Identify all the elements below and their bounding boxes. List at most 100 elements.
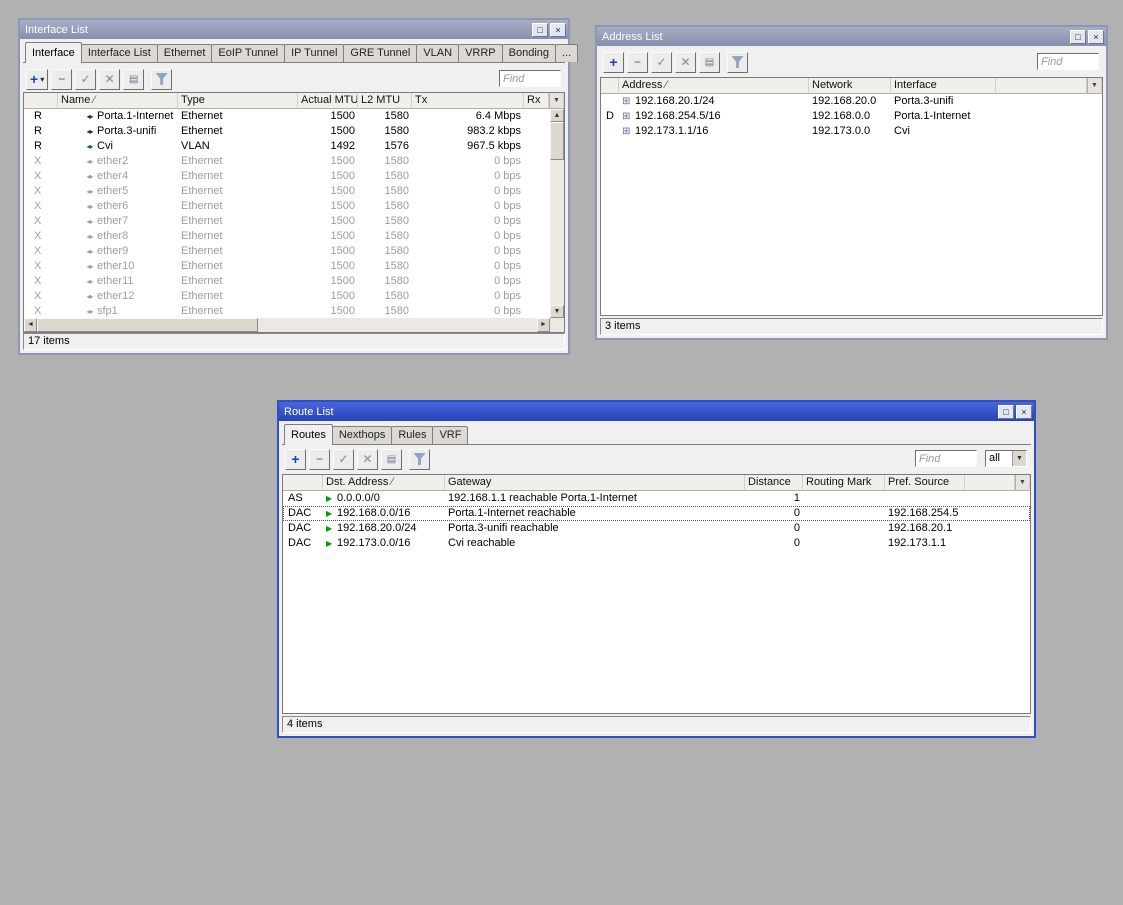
tab[interactable]: Bonding bbox=[502, 44, 556, 62]
column-header-dst-address[interactable]: Dst. Address∕ bbox=[323, 475, 445, 491]
address-row[interactable]: ⊞192.168.20.1/24 192.168.20.0 Porta.3-un… bbox=[601, 94, 1102, 109]
add-button[interactable]: + bbox=[285, 449, 306, 470]
disable-button[interactable]: ✕ bbox=[675, 52, 696, 73]
column-header-actual-mtu[interactable]: Actual MTU bbox=[298, 93, 358, 109]
route-row[interactable]: AS ▶0.0.0.0/0 192.168.1.1 reachable Port… bbox=[283, 491, 1030, 506]
column-header-type[interactable]: Type bbox=[178, 93, 298, 109]
scroll-right-icon[interactable]: ► bbox=[537, 318, 550, 332]
tab[interactable]: Rules bbox=[391, 426, 433, 444]
comment-button[interactable]: ▤ bbox=[699, 52, 720, 73]
column-header-distance[interactable]: Distance bbox=[745, 475, 803, 491]
close-button[interactable]: × bbox=[1088, 30, 1104, 44]
route-row[interactable]: DAC ▶192.168.0.0/16 Porta.1-Internet rea… bbox=[283, 506, 1030, 521]
disable-button[interactable]: ✕ bbox=[99, 69, 120, 90]
interface-row[interactable]: X ◂▸ether8 Ethernet 1500 1580 0 bps bbox=[24, 229, 550, 244]
interface-row[interactable]: X ◂▸ether2 Ethernet 1500 1580 0 bps bbox=[24, 154, 550, 169]
remove-button[interactable]: − bbox=[309, 449, 330, 470]
filter-button[interactable] bbox=[409, 449, 430, 470]
column-header-tx[interactable]: Tx bbox=[412, 93, 524, 109]
comment-button[interactable]: ▤ bbox=[381, 449, 402, 470]
tab[interactable]: VRF bbox=[432, 426, 468, 444]
row-flag: X bbox=[24, 304, 58, 319]
interface-row[interactable]: X ◂▸ether10 Ethernet 1500 1580 0 bps bbox=[24, 259, 550, 274]
column-header-network[interactable]: Network bbox=[809, 78, 891, 94]
address-table-body: ⊞192.168.20.1/24 192.168.20.0 Porta.3-un… bbox=[601, 94, 1102, 315]
interface-row[interactable]: X ◂▸ether12 Ethernet 1500 1580 0 bps bbox=[24, 289, 550, 304]
column-header-flags[interactable] bbox=[283, 475, 323, 491]
vertical-scroll-thumb[interactable] bbox=[550, 122, 564, 160]
interface-row[interactable]: X ◂▸ether6 Ethernet 1500 1580 0 bps bbox=[24, 199, 550, 214]
column-select-icon[interactable]: ▼ bbox=[1015, 475, 1030, 491]
column-header-name[interactable]: Name∕ bbox=[58, 93, 178, 109]
interface-row[interactable]: R ◂▸Porta.1-Internet Ethernet 1500 1580 … bbox=[24, 109, 550, 124]
maximize-button[interactable]: □ bbox=[532, 23, 548, 37]
route-list-titlebar[interactable]: Route List □ × bbox=[279, 402, 1034, 421]
remove-button[interactable]: − bbox=[627, 52, 648, 73]
column-header-l2-mtu[interactable]: L2 MTU bbox=[358, 93, 412, 109]
window-title: Route List bbox=[284, 406, 334, 418]
interface-row[interactable]: X ◂▸ether7 Ethernet 1500 1580 0 bps bbox=[24, 214, 550, 229]
find-input[interactable] bbox=[1037, 53, 1099, 70]
address-row[interactable]: D ⊞192.168.254.5/16 192.168.0.0 Porta.1-… bbox=[601, 109, 1102, 124]
tab[interactable]: VRRP bbox=[458, 44, 503, 62]
tab[interactable]: VLAN bbox=[416, 44, 459, 62]
filter-button[interactable] bbox=[151, 69, 172, 90]
enable-button[interactable]: ✓ bbox=[651, 52, 672, 73]
tab[interactable]: ... bbox=[555, 44, 578, 62]
close-button[interactable]: × bbox=[1016, 405, 1032, 419]
close-button[interactable]: × bbox=[550, 23, 566, 37]
interface-row[interactable]: X ◂▸ether11 Ethernet 1500 1580 0 bps bbox=[24, 274, 550, 289]
scroll-up-icon[interactable]: ▲ bbox=[550, 109, 564, 122]
horizontal-scroll-thumb[interactable] bbox=[37, 318, 258, 332]
column-header-flags[interactable] bbox=[601, 78, 619, 94]
interface-row[interactable]: X ◂▸ether9 Ethernet 1500 1580 0 bps bbox=[24, 244, 550, 259]
route-row[interactable]: DAC ▶192.168.20.0/24 Porta.3-unifi reach… bbox=[283, 521, 1030, 536]
interface-type: Ethernet bbox=[178, 304, 298, 319]
maximize-button[interactable]: □ bbox=[1070, 30, 1086, 44]
tab[interactable]: Interface bbox=[25, 42, 82, 63]
interface-row[interactable]: R ◂▸Cvi VLAN 1492 1576 967.5 kbps bbox=[24, 139, 550, 154]
tab[interactable]: Routes bbox=[284, 424, 333, 445]
maximize-button[interactable]: □ bbox=[998, 405, 1014, 419]
column-select-icon[interactable]: ▼ bbox=[549, 93, 564, 109]
interface-list-titlebar[interactable]: Interface List □ × bbox=[20, 20, 568, 39]
column-header-address[interactable]: Address∕ bbox=[619, 78, 809, 94]
column-header-gateway[interactable]: Gateway bbox=[445, 475, 745, 491]
tab[interactable]: EoIP Tunnel bbox=[211, 44, 285, 62]
disable-button[interactable]: ✕ bbox=[357, 449, 378, 470]
add-button[interactable]: + bbox=[603, 52, 624, 73]
tab[interactable]: Ethernet bbox=[157, 44, 213, 62]
address-list-titlebar[interactable]: Address List □ × bbox=[597, 27, 1106, 46]
filter-button[interactable] bbox=[727, 52, 748, 73]
comment-button[interactable]: ▤ bbox=[123, 69, 144, 90]
tab[interactable]: GRE Tunnel bbox=[343, 44, 417, 62]
interface-row[interactable]: X ◂▸ether5 Ethernet 1500 1580 0 bps bbox=[24, 184, 550, 199]
column-header-flags[interactable] bbox=[24, 93, 58, 109]
route-filter-select[interactable]: all ▼ bbox=[985, 450, 1027, 467]
column-header-rx[interactable]: Rx bbox=[524, 93, 549, 109]
scroll-left-icon[interactable]: ◄ bbox=[24, 318, 37, 332]
find-input[interactable] bbox=[915, 450, 977, 467]
interface-row[interactable]: X ◂▸ether4 Ethernet 1500 1580 0 bps bbox=[24, 169, 550, 184]
add-button[interactable]: + ▾ bbox=[26, 69, 48, 90]
tab[interactable]: IP Tunnel bbox=[284, 44, 344, 62]
route-row[interactable]: DAC ▶192.173.0.0/16 Cvi reachable 0 192.… bbox=[283, 536, 1030, 551]
column-select-icon[interactable]: ▼ bbox=[1087, 78, 1102, 94]
vertical-scrollbar[interactable]: ▲ ▼ bbox=[550, 109, 564, 318]
remove-button[interactable]: − bbox=[51, 69, 72, 90]
column-header-routing-mark[interactable]: Routing Mark bbox=[803, 475, 885, 491]
dropdown-icon[interactable]: ▼ bbox=[1012, 451, 1026, 466]
scroll-down-icon[interactable]: ▼ bbox=[550, 305, 564, 318]
enable-button[interactable]: ✓ bbox=[75, 69, 96, 90]
enable-button[interactable]: ✓ bbox=[333, 449, 354, 470]
horizontal-scrollbar[interactable]: ◄ ► bbox=[24, 318, 550, 332]
tab[interactable]: Nexthops bbox=[332, 426, 392, 444]
tab[interactable]: Interface List bbox=[81, 44, 158, 62]
column-header-pref-source[interactable]: Pref. Source bbox=[885, 475, 965, 491]
row-name-cell: ◂▸ether7 bbox=[58, 214, 178, 229]
column-header-interface[interactable]: Interface bbox=[891, 78, 996, 94]
interface-row[interactable]: R ◂▸Porta.3-unifi Ethernet 1500 1580 983… bbox=[24, 124, 550, 139]
find-input[interactable] bbox=[499, 70, 561, 87]
address-row[interactable]: ⊞192.173.1.1/16 192.173.0.0 Cvi bbox=[601, 124, 1102, 139]
interface-row[interactable]: X ◂▸sfp1 Ethernet 1500 1580 0 bps bbox=[24, 304, 550, 319]
